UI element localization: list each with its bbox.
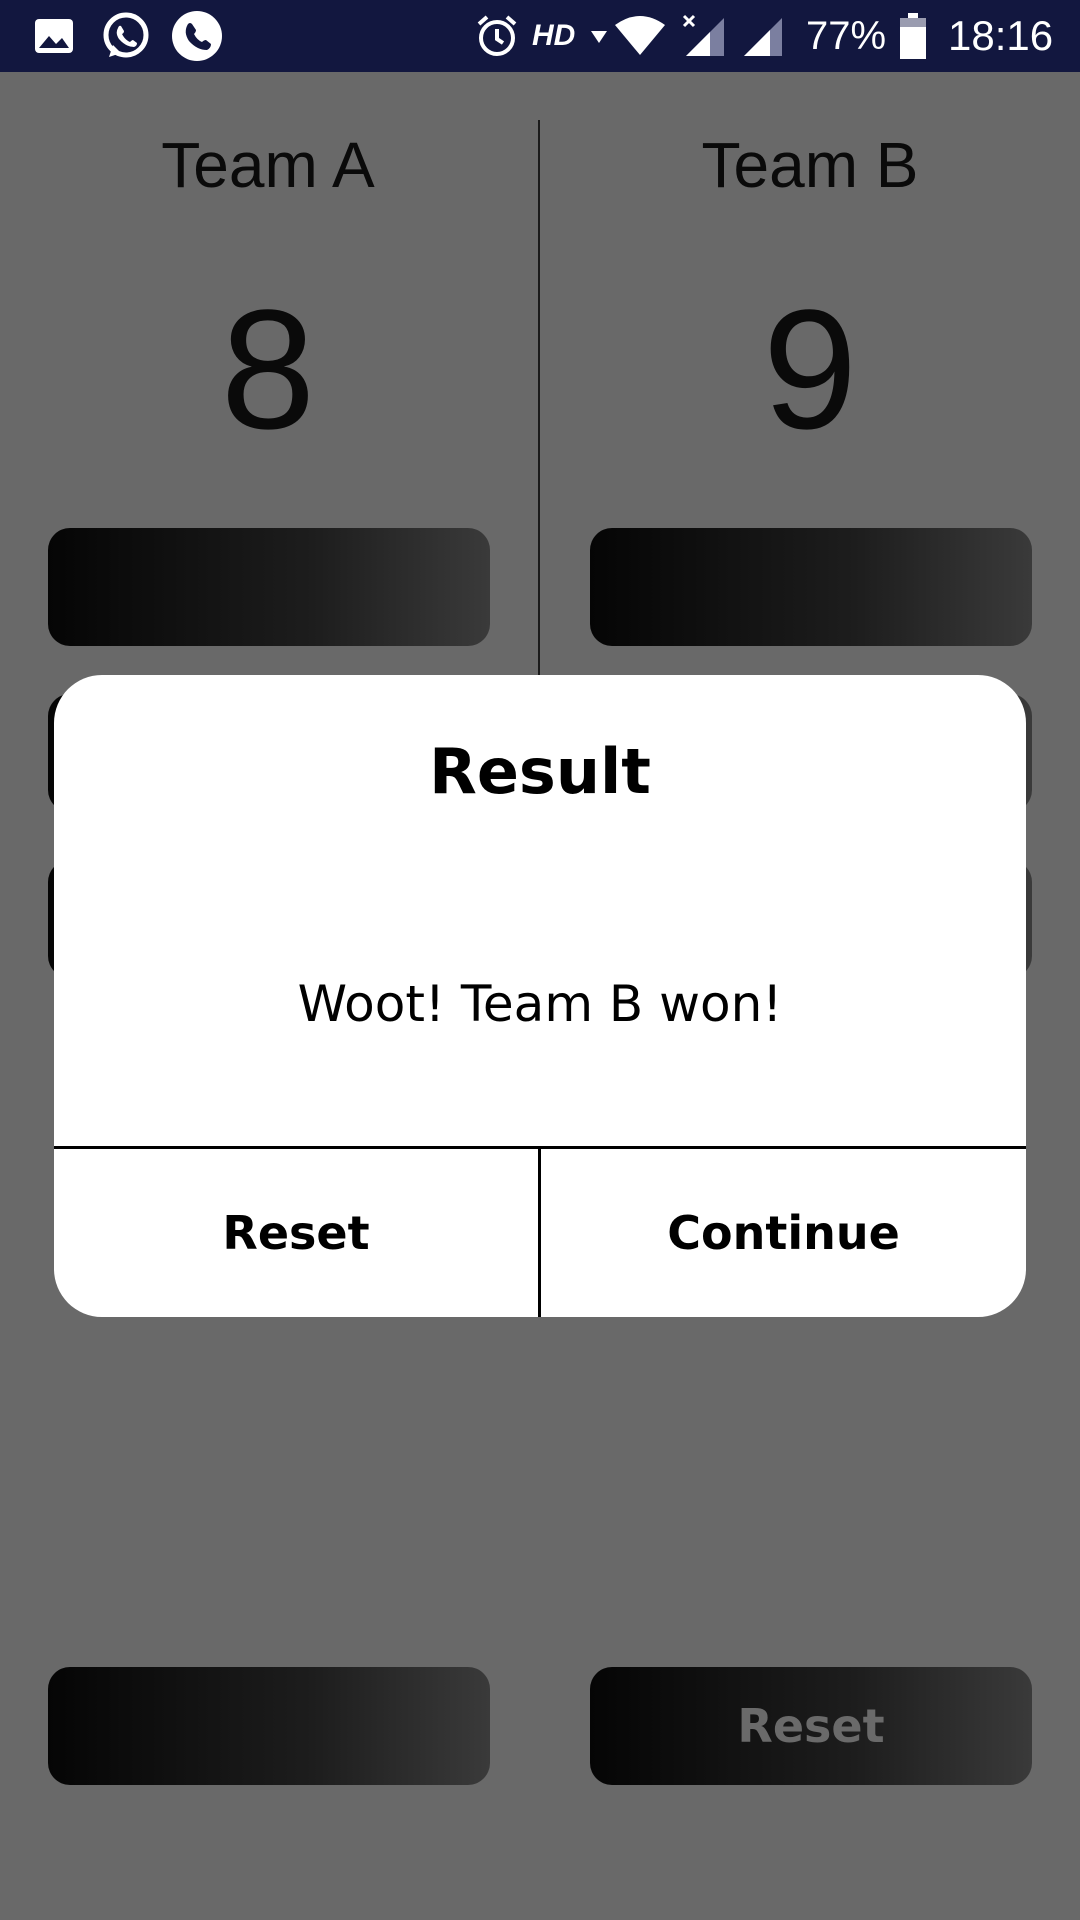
dialog-message: Woot! Team B won! bbox=[297, 975, 783, 1033]
team-a-bottom-button[interactable] bbox=[48, 1667, 490, 1785]
status-bar: HD 77% 18:16 bbox=[0, 0, 1080, 72]
signal-icon bbox=[738, 0, 784, 72]
team-b-name: Team B bbox=[701, 129, 919, 201]
reset-button-label: Reset bbox=[737, 1699, 885, 1753]
reset-button[interactable]: Reset bbox=[590, 1667, 1032, 1785]
team-divider bbox=[538, 120, 540, 676]
team-a-add-button-1[interactable] bbox=[48, 528, 490, 646]
team-b-add-button-1[interactable] bbox=[590, 528, 1032, 646]
team-a-score: 8 bbox=[220, 275, 316, 465]
data-arrow-icon bbox=[588, 0, 610, 72]
dialog-title: Result bbox=[429, 735, 651, 808]
hd-indicator: HD bbox=[532, 19, 576, 52]
team-a-name: Team A bbox=[161, 129, 375, 201]
clock: 18:16 bbox=[948, 12, 1054, 59]
gallery-icon bbox=[32, 0, 76, 72]
battery-icon bbox=[898, 0, 928, 72]
phone-icon bbox=[170, 0, 224, 72]
battery-percent: 77% bbox=[806, 14, 887, 58]
signal-icon bbox=[680, 0, 726, 72]
wifi-icon bbox=[612, 0, 668, 72]
team-b-score: 9 bbox=[762, 275, 858, 465]
dialog-reset-button[interactable]: Reset bbox=[54, 1149, 538, 1317]
result-dialog: Result Woot! Team B won! Reset Continue bbox=[54, 675, 1026, 1317]
alarm-icon bbox=[474, 0, 520, 72]
dialog-continue-button[interactable]: Continue bbox=[541, 1149, 1026, 1317]
whatsapp-icon bbox=[100, 0, 152, 72]
